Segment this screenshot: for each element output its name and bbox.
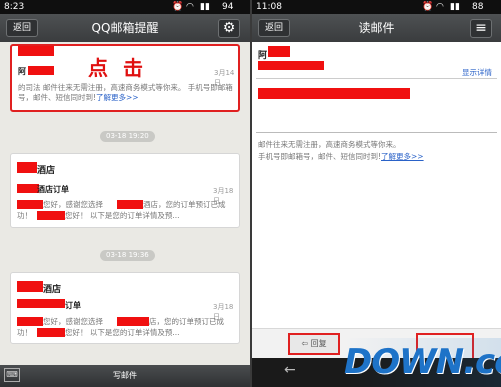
right-phone-screen: 11:08 ⏰ ◠ ▮▮ 88 返回 读邮件 ≡ 阿 显示详情 邮件往来无需注册… (252, 0, 501, 387)
status-bar: 11:08 ⏰ ◠ ▮▮ 88 (252, 0, 501, 14)
alarm-icon: ⏰ (422, 2, 434, 12)
redaction (18, 46, 54, 56)
alarm-icon: ⏰ (172, 2, 184, 12)
mail-preview: 您好！ 以下是您的订单详情及预... (65, 211, 180, 220)
battery-level: 88 (472, 2, 484, 12)
menu-icon[interactable]: ≡ (470, 19, 492, 38)
redaction (28, 66, 54, 75)
show-details-link[interactable]: 显示详情 (462, 67, 492, 78)
sender-name: 阿 (18, 67, 26, 76)
redaction (37, 211, 65, 220)
status-bar: 8:23 ⏰ ◠ ▮▮ 94 (0, 0, 250, 14)
redaction (268, 46, 290, 57)
title-bar: 返回 读邮件 ≡ (252, 14, 501, 42)
redaction (17, 299, 65, 308)
mail-body: 手机号即邮箱号，邮件、短信同时到!了解更多>> (258, 152, 424, 162)
mail-preview: 您好！ 以下是您的订单详情及预... (65, 328, 180, 337)
title-bar: 返回 QQ邮箱提醒 ⚙ (0, 14, 250, 42)
mail-preview: 的司法 邮件往来无需注册，高速商务模式等你来。 手机号即邮箱号，邮件、短信同时到… (18, 83, 236, 103)
mail-preview: 功！ (17, 211, 32, 220)
mail-view: 阿 显示详情 邮件往来无需注册，高速商务模式等你来。 手机号即邮箱号，邮件、短信… (252, 42, 501, 342)
mail-title: 酒店 (43, 285, 62, 295)
status-time: 11:08 (256, 2, 282, 12)
mail-preview: 店，您的订单预订已成 (149, 317, 224, 326)
mail-card[interactable]: 酒店 酒店订单 3月18日 您好，感谢您选择 酒店，您的订单预订已成 功！ 您好… (10, 153, 240, 228)
mail-body-text: 手机号即邮箱号，邮件、短信同时到! (258, 152, 382, 161)
watermark-text: DOWN.cc (344, 342, 501, 382)
redaction (117, 317, 149, 326)
mail-title: 酒店 (37, 166, 56, 176)
mail-subtitle: 酒店订单 (37, 185, 69, 194)
page-title: 读邮件 (358, 21, 395, 35)
redaction (17, 281, 43, 292)
learn-more-link[interactable]: 了解更多>> (381, 152, 424, 161)
redaction (17, 200, 43, 209)
mail-card[interactable]: 酒店 订单 3月18日 您好，感谢您选择 店，您的订单预订已成 功！ 您好！ 以… (10, 272, 240, 344)
divider (256, 132, 497, 133)
gear-icon[interactable]: ⚙ (218, 19, 240, 38)
redaction (17, 317, 43, 326)
wifi-icon: ◠ (436, 2, 444, 12)
click-annotation: 点 击 (88, 56, 147, 80)
battery-level: 94 (222, 2, 234, 12)
mail-card-highlighted[interactable]: 阿 点 击 3月14日 的司法 邮件往来无需注册，高速商务模式等你来。 手机号即… (10, 44, 240, 112)
redaction (258, 88, 410, 99)
time-stamp: 03-18 19:36 (100, 250, 155, 261)
reply-button[interactable]: ⇦ 回复 (288, 333, 340, 355)
mail-preview: 您好，感谢您选择 (43, 317, 103, 326)
status-time: 8:23 (4, 2, 25, 12)
watermark-logo: DOWN.cc (344, 338, 501, 387)
page-title: QQ邮箱提醒 (91, 21, 159, 35)
bottom-bar: ⌨ 写邮件 (0, 365, 250, 387)
back-arrow-icon[interactable]: ← (284, 362, 296, 378)
redaction (17, 162, 37, 173)
left-phone-screen: 8:23 ⏰ ◠ ▮▮ 94 返回 QQ邮箱提醒 ⚙ 阿 点 击 3月14日 的… (0, 0, 250, 387)
redaction (258, 61, 324, 70)
redaction (17, 184, 39, 193)
time-stamp: 03-18 19:20 (100, 131, 155, 142)
mail-preview: 功！ (17, 328, 32, 337)
mail-preview: 酒店，您的订单预订已成 (143, 200, 226, 209)
signal-icon: ▮▮ (200, 2, 210, 12)
mail-subtitle: 订单 (65, 301, 81, 310)
sender-name: 阿 (258, 51, 268, 61)
reply-label: 回复 (310, 339, 327, 348)
redaction (117, 200, 143, 209)
divider (256, 78, 497, 79)
redaction (37, 328, 65, 337)
signal-icon: ▮▮ (450, 2, 460, 12)
mail-preview: 您好，感谢您选择 (43, 200, 103, 209)
reply-icon: ⇦ (301, 339, 309, 348)
learn-more-link[interactable]: 了解更多>> (96, 93, 139, 102)
wifi-icon: ◠ (186, 2, 194, 12)
mail-body: 邮件往来无需注册，高速商务模式等你来。 (258, 140, 401, 149)
compose-button[interactable]: 写邮件 (0, 365, 250, 387)
